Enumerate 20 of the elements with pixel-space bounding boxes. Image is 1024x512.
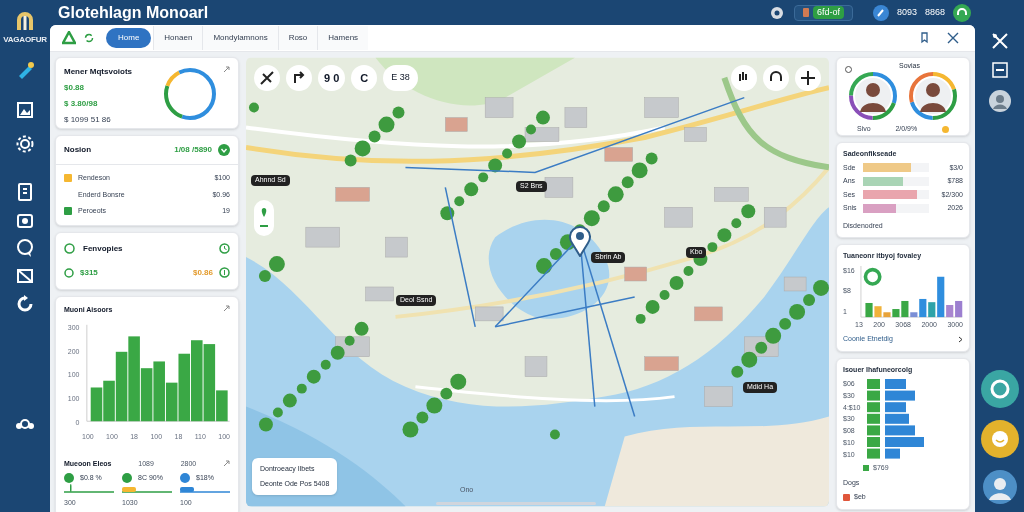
- card-title: Mener Mqtsvoiots: [64, 66, 132, 78]
- chip-text: 6fd-of: [812, 5, 844, 20]
- tab[interactable]: Roso: [277, 26, 318, 50]
- tab[interactable]: Honaen: [153, 26, 203, 50]
- map-button[interactable]: E 38: [383, 65, 418, 91]
- metric-text: $ 1099 51 86: [64, 114, 112, 126]
- app-title: Glotehlagn Monoarl: [58, 2, 209, 23]
- metric-text: $0.86: [192, 266, 213, 279]
- metric-text: 1/08 /5890: [174, 144, 212, 156]
- tab[interactable]: Mondylamnons: [202, 26, 278, 50]
- metric-text: $ 3.80/98: [64, 98, 99, 110]
- card-title: Fenvopies: [83, 242, 123, 255]
- tab[interactable]: Home: [106, 28, 152, 48]
- stat-text: 8093: [896, 5, 917, 19]
- metric-text: $315: [80, 266, 98, 279]
- tab[interactable]: Hamens: [317, 26, 369, 50]
- stat-text: 8868: [924, 5, 945, 19]
- card-title: Nosion: [64, 144, 92, 156]
- logo-text: VAGAOFUR: [3, 34, 47, 46]
- metric-text: $0.88: [64, 82, 86, 94]
